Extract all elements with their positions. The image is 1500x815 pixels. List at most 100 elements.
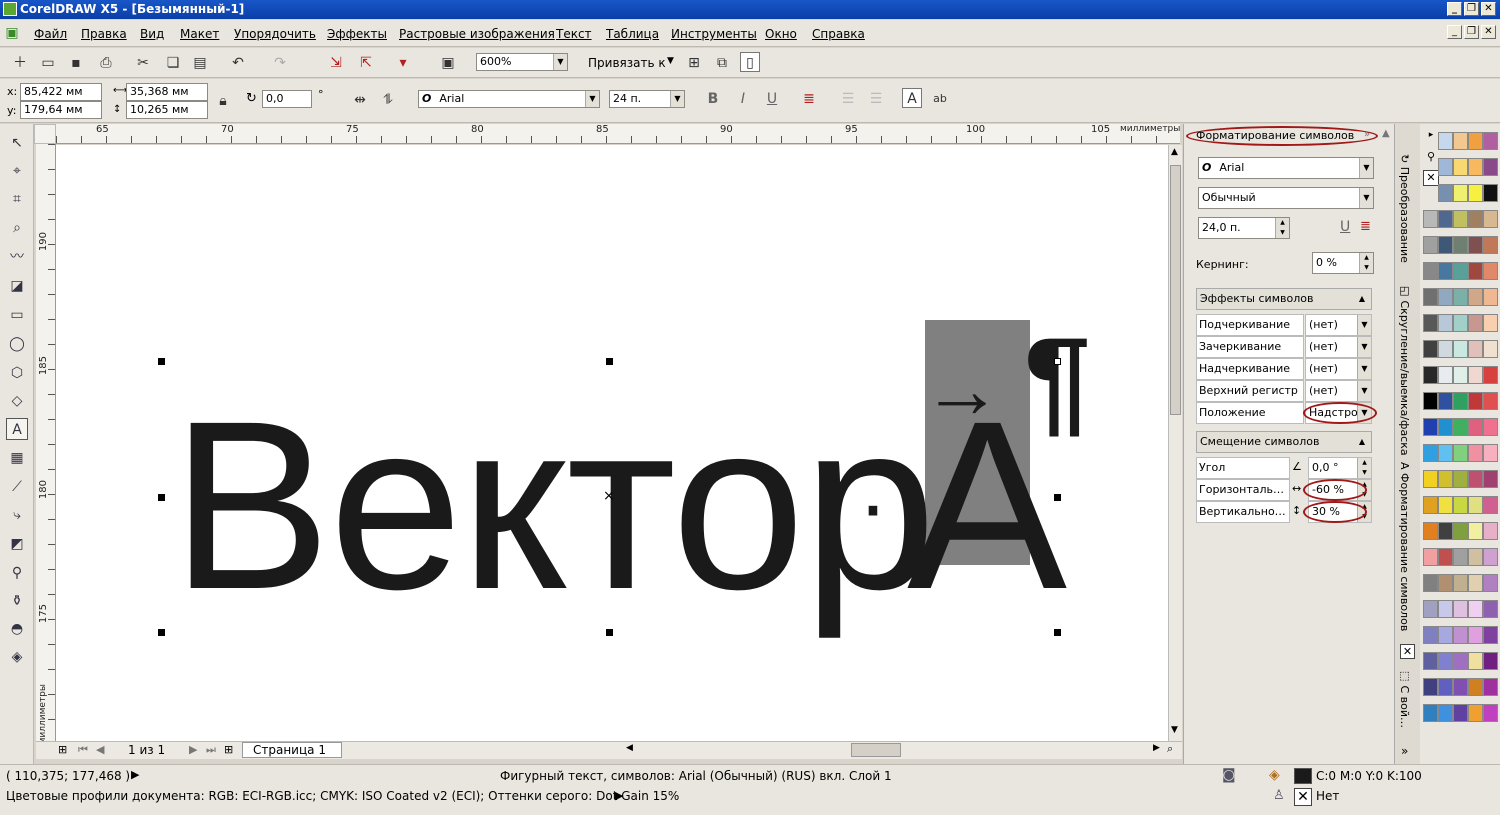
color-swatch[interactable] xyxy=(1468,652,1483,670)
effect-select[interactable]: (нет) ▼ xyxy=(1305,380,1372,402)
color-swatch[interactable] xyxy=(1453,158,1468,176)
color-swatch[interactable] xyxy=(1468,574,1483,592)
menu-edit[interactable]: Правка xyxy=(81,27,127,41)
outline-tool-icon[interactable]: ⚱ xyxy=(6,590,28,612)
underline-icon[interactable]: U xyxy=(1340,219,1350,235)
vertical-scrollbar[interactable]: ▲ ▼ xyxy=(1168,145,1182,741)
artistic-text[interactable]: Вектор xyxy=(171,385,936,625)
color-swatch[interactable] xyxy=(1483,522,1498,540)
color-swatch[interactable] xyxy=(1438,288,1453,306)
shadow-tool-icon[interactable]: ◩ xyxy=(6,533,28,555)
color-swatch[interactable] xyxy=(1468,288,1483,306)
color-swatch[interactable] xyxy=(1453,418,1468,436)
docker-collapse-icon[interactable]: ▲ xyxy=(1382,128,1390,139)
cut-icon[interactable]: ✂ xyxy=(133,53,153,73)
color-swatch[interactable] xyxy=(1438,184,1453,202)
color-swatch[interactable] xyxy=(1483,470,1498,488)
y-position-field[interactable]: 179,64 мм xyxy=(20,101,102,119)
color-swatch[interactable] xyxy=(1438,652,1453,670)
color-swatch[interactable] xyxy=(1468,210,1483,228)
color-swatch[interactable] xyxy=(1468,236,1483,254)
selection-handle[interactable] xyxy=(1054,358,1061,365)
color-swatch[interactable] xyxy=(1468,548,1483,566)
welcome-icon[interactable]: ▣ xyxy=(438,53,458,73)
color-swatch[interactable] xyxy=(1483,444,1498,462)
tab-transform[interactable]: ↻ Преобразование xyxy=(1398,154,1411,263)
expand-icon[interactable]: ▶ xyxy=(615,789,623,802)
color-swatch[interactable] xyxy=(1453,132,1468,150)
pick-tool-icon[interactable]: ↖ xyxy=(6,132,28,154)
maximize-button[interactable]: ❐ xyxy=(1464,2,1479,16)
docker-expand-icon[interactable]: » xyxy=(1364,129,1370,140)
menu-text[interactable]: Текст xyxy=(556,27,592,41)
effect-select[interactable]: (нет) ▼ xyxy=(1305,358,1372,380)
bullets-icon[interactable]: ☰ xyxy=(838,89,858,109)
navigator-icon[interactable]: ⌕ xyxy=(1167,742,1173,756)
color-swatch[interactable] xyxy=(1483,600,1498,618)
align-icon[interactable]: ≣ xyxy=(1360,219,1371,234)
color-swatch[interactable] xyxy=(1423,340,1438,358)
next-page-icon[interactable]: ▶ xyxy=(189,743,197,756)
dimension-tool-icon[interactable]: ⟋ xyxy=(6,476,28,498)
close-button[interactable]: ✕ xyxy=(1481,2,1496,16)
crop-tool-icon[interactable]: ⌗ xyxy=(6,188,28,210)
open-icon[interactable]: ▭ xyxy=(38,53,58,73)
drawing-canvas[interactable]: Вектор · A → ¶ × xyxy=(56,145,1168,741)
text-format-icon[interactable]: A xyxy=(902,88,922,108)
color-swatch[interactable] xyxy=(1438,600,1453,618)
outline-swatch[interactable]: ✕ xyxy=(1294,788,1312,806)
italic-icon[interactable]: I xyxy=(733,89,753,109)
scroll-thumb[interactable] xyxy=(851,743,901,757)
color-swatch[interactable] xyxy=(1438,522,1453,540)
color-swatch[interactable] xyxy=(1423,522,1438,540)
color-swatch[interactable] xyxy=(1468,340,1483,358)
color-swatch[interactable] xyxy=(1468,496,1483,514)
color-swatch[interactable] xyxy=(1468,262,1483,280)
color-swatch[interactable] xyxy=(1453,340,1468,358)
mirror-h-icon[interactable]: ⇹ xyxy=(350,90,370,110)
lock-ratio-icon[interactable]: 🔒︎ xyxy=(213,91,233,111)
color-swatch[interactable] xyxy=(1483,366,1498,384)
color-swatch[interactable] xyxy=(1438,548,1453,566)
options-icon[interactable]: ⧉ xyxy=(712,53,732,73)
color-swatch[interactable] xyxy=(1438,470,1453,488)
eyedropper-tool-icon[interactable]: ⚲ xyxy=(6,562,28,584)
snap-to-button[interactable]: Привязать к xyxy=(588,56,666,70)
color-swatch[interactable] xyxy=(1423,470,1438,488)
color-swatch[interactable] xyxy=(1423,626,1438,644)
color-swatch[interactable] xyxy=(1453,470,1468,488)
color-swatch[interactable] xyxy=(1438,210,1453,228)
color-swatch[interactable] xyxy=(1453,236,1468,254)
launcher-icon[interactable]: ▾ xyxy=(393,53,413,73)
color-swatch[interactable] xyxy=(1453,262,1468,280)
color-swatch[interactable] xyxy=(1453,678,1468,696)
basic-shapes-icon[interactable]: ◇ xyxy=(6,390,28,412)
color-swatch[interactable] xyxy=(1453,574,1468,592)
color-swatch[interactable] xyxy=(1483,704,1498,722)
menu-view[interactable]: Вид xyxy=(140,27,164,41)
color-swatch[interactable] xyxy=(1468,678,1483,696)
color-swatch[interactable] xyxy=(1423,704,1438,722)
page-tab[interactable]: Страница 1 xyxy=(242,742,342,758)
undo-icon[interactable]: ↶ xyxy=(228,53,248,73)
color-swatch[interactable] xyxy=(1468,470,1483,488)
scroll-left-icon[interactable]: ◀ xyxy=(626,743,633,753)
color-swatch[interactable] xyxy=(1438,340,1453,358)
color-swatch[interactable] xyxy=(1438,236,1453,254)
kerning-field[interactable]: 0 % ▲ ▼ xyxy=(1312,252,1374,274)
underline-icon[interactable]: U xyxy=(762,89,782,109)
no-color-swatch[interactable]: ✕ xyxy=(1423,170,1439,186)
connector-tool-icon[interactable]: ⤷ xyxy=(6,504,28,526)
selection-handle[interactable] xyxy=(158,358,165,365)
color-swatch[interactable] xyxy=(1468,366,1483,384)
first-page-icon[interactable]: ⏮ xyxy=(78,743,88,757)
color-swatch[interactable] xyxy=(1453,288,1468,306)
color-swatch[interactable] xyxy=(1438,626,1453,644)
font-select[interactable]: O Arial ▼ xyxy=(418,90,600,108)
page-icon[interactable]: ▯ xyxy=(740,52,760,72)
tab-character-formatting[interactable]: A Форматирование символов xyxy=(1398,462,1411,631)
expand-icon[interactable]: ▶ xyxy=(131,768,139,781)
print-icon[interactable]: ⎙ xyxy=(96,53,116,73)
selection-handle[interactable] xyxy=(606,629,613,636)
dropcap-icon[interactable]: ☰ xyxy=(866,89,886,109)
